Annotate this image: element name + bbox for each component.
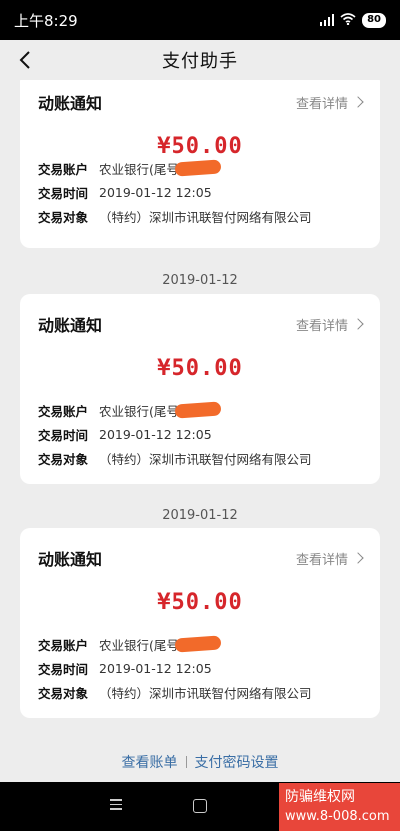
view-details-link[interactable]: 查看详情 xyxy=(295,93,364,112)
transaction-rows: 交易账户 农业银行(尾号 交易时间 2019-01-12 12:05 交易对象 … xyxy=(38,156,362,228)
row-value: （特约）深圳市讯联智付网络有限公司 xyxy=(99,209,312,225)
link-divider xyxy=(185,756,187,768)
chevron-right-icon xyxy=(352,96,364,108)
row-value: 2019-01-12 12:05 xyxy=(99,184,212,200)
row-account: 交易账户 农业银行(尾号 xyxy=(38,632,362,656)
watermark-name: 防骗维权网 xyxy=(285,789,355,805)
row-time: 交易时间 2019-01-12 12:05 xyxy=(38,422,362,446)
nav-bar: 支付助手 xyxy=(0,40,400,80)
status-time: 上午8:29 xyxy=(14,11,78,30)
view-details-link[interactable]: 查看详情 xyxy=(295,315,364,334)
notification-card: 动账通知 查看详情 ¥50.00 交易账户 农业银行(尾号 交易时间 2019-… xyxy=(20,80,380,248)
row-time: 交易时间 2019-01-12 12:05 xyxy=(38,656,362,680)
wifi-icon xyxy=(340,11,356,29)
row-counterparty: 交易对象 （特约）深圳市讯联智付网络有限公司 xyxy=(38,446,362,470)
card-title: 动账通知 xyxy=(38,316,103,335)
battery-icon: 80 xyxy=(362,12,386,28)
row-label: 交易账户 xyxy=(38,637,89,653)
row-value: 农业银行(尾号 xyxy=(99,637,179,653)
transaction-rows: 交易账户 农业银行(尾号 交易时间 2019-01-12 12:05 交易对象 … xyxy=(38,398,362,470)
view-details-label: 查看详情 xyxy=(295,318,348,334)
amount: ¥50.00 xyxy=(157,590,243,615)
back-icon[interactable] xyxy=(12,46,38,74)
card-header: 动账通知 查看详情 xyxy=(38,90,364,114)
row-counterparty: 交易对象 （特约）深圳市讯联智付网络有限公司 xyxy=(38,204,362,228)
card-header: 动账通知 查看详情 xyxy=(38,546,364,570)
row-time: 交易时间 2019-01-12 12:05 xyxy=(38,180,362,204)
view-details-label: 查看详情 xyxy=(295,96,348,112)
row-value: （特约）深圳市讯联智付网络有限公司 xyxy=(99,451,312,467)
watermark: 防骗维权网 www.8-008.com xyxy=(279,783,400,831)
row-label: 交易账户 xyxy=(38,403,89,419)
page-title: 支付助手 xyxy=(162,51,238,72)
status-bar: 上午8:29 80 xyxy=(0,0,400,40)
status-icons: 80 xyxy=(320,11,386,29)
row-account: 交易账户 农业银行(尾号 xyxy=(38,398,362,422)
row-label: 交易账户 xyxy=(38,161,89,177)
signal-icon xyxy=(320,14,335,26)
row-label: 交易对象 xyxy=(38,685,89,701)
row-account: 交易账户 农业银行(尾号 xyxy=(38,156,362,180)
redaction-mark xyxy=(174,401,222,419)
view-details-label: 查看详情 xyxy=(295,552,348,568)
redaction-mark xyxy=(174,159,222,177)
row-label: 交易时间 xyxy=(38,185,89,201)
row-label: 交易对象 xyxy=(38,209,89,225)
amount: ¥50.00 xyxy=(157,356,243,381)
card-title: 动账通知 xyxy=(38,550,103,569)
row-value: 2019-01-12 12:05 xyxy=(99,426,212,442)
message-list[interactable]: 动账通知 查看详情 ¥50.00 交易账户 农业银行(尾号 交易时间 2019-… xyxy=(0,80,400,782)
row-value: 2019-01-12 12:05 xyxy=(99,660,212,676)
notification-card: 动账通知 查看详情 ¥50.00 交易账户 农业银行(尾号 交易时间 2019-… xyxy=(20,528,380,718)
home-icon[interactable] xyxy=(193,799,207,813)
notification-card: 动账通知 查看详情 ¥50.00 交易账户 农业银行(尾号 交易时间 2019-… xyxy=(20,294,380,484)
row-value: （特约）深圳市讯联智付网络有限公司 xyxy=(99,685,312,701)
date-separator: 2019-01-12 xyxy=(162,508,238,523)
date-separator: 2019-01-12 xyxy=(162,273,238,288)
view-bill-link[interactable]: 查看账单 xyxy=(122,752,178,772)
pay-password-link[interactable]: 支付密码设置 xyxy=(195,752,279,772)
row-counterparty: 交易对象 （特约）深圳市讯联智付网络有限公司 xyxy=(38,680,362,704)
menu-icon[interactable] xyxy=(110,799,122,811)
card-title: 动账通知 xyxy=(38,94,103,113)
card-header: 动账通知 查看详情 xyxy=(38,312,364,336)
row-label: 交易对象 xyxy=(38,451,89,467)
row-value: 农业银行(尾号 xyxy=(99,403,179,419)
chevron-right-icon xyxy=(352,318,364,330)
chevron-right-icon xyxy=(352,552,364,564)
view-details-link[interactable]: 查看详情 xyxy=(295,549,364,568)
watermark-url: www.8-008.com xyxy=(285,809,390,824)
row-label: 交易时间 xyxy=(38,661,89,677)
redaction-mark xyxy=(174,635,222,653)
transaction-rows: 交易账户 农业银行(尾号 交易时间 2019-01-12 12:05 交易对象 … xyxy=(38,632,362,704)
row-value: 农业银行(尾号 xyxy=(99,161,179,177)
row-label: 交易时间 xyxy=(38,427,89,443)
bottom-links: 查看账单 支付密码设置 xyxy=(0,752,400,772)
